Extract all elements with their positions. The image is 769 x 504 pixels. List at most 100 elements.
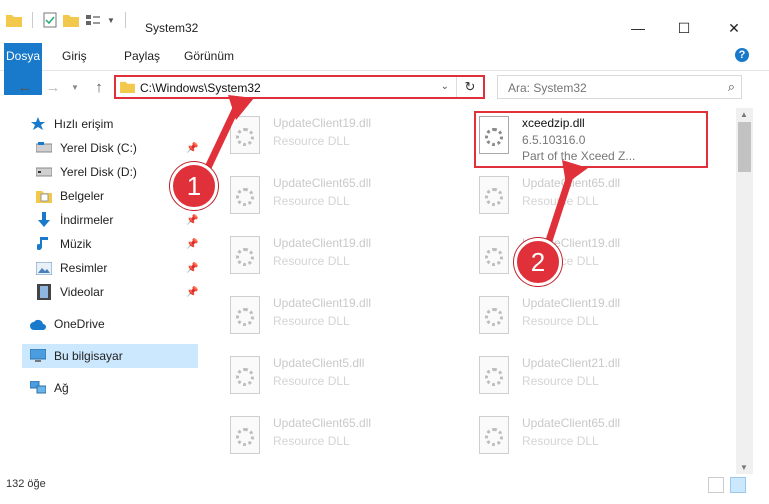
file-item[interactable]: UpdateClient19.dll Resource DLL (220, 108, 440, 160)
dll-file-icon (479, 356, 509, 394)
star-icon (30, 116, 46, 132)
tab-giris[interactable]: Giriş (52, 43, 97, 70)
file-description: Resource DLL (522, 314, 599, 328)
file-name: UpdateClient19.dll (273, 116, 372, 130)
sidebar-item-label: İndirmeler (60, 213, 114, 227)
ribbon-tabs: Dosya Giriş Paylaş Görünüm (0, 43, 769, 95)
sidebar-item-music[interactable]: Müzik 📌 (36, 232, 198, 256)
navigation-bar: ← → ▼ ↑ C:\Windows\System32 ⌄ ↻ ⌕ (0, 72, 769, 102)
folder-icon (120, 81, 135, 93)
file-item[interactable]: UpdateClient65.dll Resource DLL (469, 168, 689, 220)
scrollbar-thumb[interactable] (738, 122, 751, 172)
callout-1: 1 (170, 162, 218, 210)
pin-icon[interactable]: 📌 (186, 263, 198, 274)
dll-file-icon (230, 416, 260, 454)
details-view-button[interactable] (708, 477, 724, 493)
dll-file-icon (479, 236, 509, 274)
pin-icon[interactable]: 📌 (186, 239, 198, 250)
file-name: UpdateClient65.dll (522, 176, 621, 190)
file-description: Resource DLL (273, 434, 350, 448)
callout-2: 2 (514, 238, 562, 286)
file-description: Resource DLL (273, 314, 350, 328)
help-button[interactable]: ? (735, 48, 749, 62)
scroll-up-icon[interactable]: ▲ (740, 110, 748, 119)
gear-icon (236, 368, 254, 386)
sidebar-item-pictures[interactable]: Resimler 📌 (36, 256, 198, 280)
dll-file-icon (230, 356, 260, 394)
dll-file-icon (479, 296, 509, 334)
sidebar-item-label: Ağ (54, 381, 69, 395)
pin-icon[interactable]: 📌 (186, 215, 198, 226)
up-arrow-icon[interactable]: ↑ (88, 76, 110, 98)
folder-icon (6, 15, 22, 27)
tiles-view-button[interactable] (730, 477, 746, 493)
drive-icon (36, 140, 52, 156)
chevron-down-icon[interactable]: ▼ (107, 16, 115, 25)
title-bar: ▼ System32 — ☐ ✕ (0, 0, 769, 40)
vertical-scrollbar[interactable]: ▲ ▼ (736, 108, 753, 474)
address-path[interactable]: C:\Windows\System32 (140, 81, 261, 95)
sidebar-item-downloads[interactable]: İndirmeler 📌 (36, 208, 198, 232)
file-name: UpdateClient19.dll (522, 296, 621, 310)
file-item[interactable]: UpdateClient5.dll Resource DLL (220, 348, 440, 400)
sidebar-item-local-disk-c[interactable]: Yerel Disk (C:) 📌 (36, 136, 198, 160)
new-folder-icon[interactable] (63, 13, 79, 27)
status-bar: 132 öğe (0, 474, 769, 496)
sidebar-item-label: Videolar (60, 285, 104, 299)
file-item[interactable]: UpdateClient65.dll Resource DLL (220, 168, 440, 220)
gear-icon (236, 308, 254, 326)
address-bar[interactable]: C:\Windows\System32 ⌄ ↻ (114, 75, 485, 99)
item-count: 132 öğe (6, 478, 46, 490)
file-item[interactable]: UpdateClient19.dll Resource DLL (469, 288, 689, 340)
recent-locations-icon[interactable]: ▼ (64, 76, 86, 98)
back-arrow-icon[interactable]: ← (14, 76, 36, 98)
highlight-box-file (474, 111, 708, 168)
dll-file-icon (479, 416, 509, 454)
maximize-button[interactable]: ☐ (662, 14, 706, 42)
file-item[interactable]: UpdateClient21.dll Resource DLL (469, 348, 689, 400)
file-item[interactable]: UpdateClient19.dllResource DLL (469, 228, 689, 280)
gear-icon (485, 248, 503, 266)
file-name: UpdateClient19.dll (273, 236, 372, 250)
file-item[interactable]: UpdateClient65.dll Resource DLL (220, 408, 440, 460)
gear-icon (485, 308, 503, 326)
file-item[interactable]: UpdateClient19.dllResource DLL (220, 228, 440, 280)
sidebar-item-network[interactable]: Ağ (30, 376, 198, 400)
minimize-button[interactable]: — (616, 14, 660, 42)
sidebar-item-quick-access[interactable]: Hızlı erişim (30, 112, 228, 136)
search-icon[interactable]: ⌕ (728, 79, 735, 95)
sidebar-item-videos[interactable]: Videolar 📌 (36, 280, 198, 304)
scroll-down-icon[interactable]: ▼ (740, 463, 748, 472)
search-input[interactable] (506, 79, 710, 97)
file-name: UpdateClient65.dll (522, 416, 621, 430)
forward-arrow-icon[interactable]: → (42, 76, 64, 98)
dll-file-icon (230, 296, 260, 334)
pin-icon[interactable]: 📌 (186, 143, 198, 154)
tab-paylas[interactable]: Paylaş (114, 43, 170, 70)
file-description: Resource DLL (522, 374, 599, 388)
refresh-icon[interactable]: ↻ (456, 77, 483, 97)
dll-file-icon (230, 116, 260, 154)
sidebar-item-label: Yerel Disk (C:) (60, 141, 137, 155)
properties-icon[interactable] (43, 12, 57, 28)
gear-icon (485, 188, 503, 206)
quick-access-toolbar: ▼ (6, 12, 130, 28)
sidebar-item-label: Yerel Disk (D:) (60, 165, 137, 179)
sidebar-item-onedrive[interactable]: OneDrive (30, 312, 198, 336)
computer-icon (30, 348, 46, 364)
chevron-down-icon[interactable]: ⌄ (441, 81, 449, 92)
view-options-icon[interactable] (85, 13, 101, 27)
gear-icon (485, 368, 503, 386)
file-item[interactable]: UpdateClient19.dllResource DLL (220, 288, 440, 340)
navigation-pane: Hızlı erişim Yerel Disk (C:) 📌 Yerel Dis… (0, 108, 206, 468)
sidebar-item-this-pc[interactable]: Bu bilgisayar (22, 344, 198, 368)
pin-icon[interactable]: 📌 (186, 287, 198, 298)
tab-gorunum[interactable]: Görünüm (174, 43, 244, 70)
file-name: UpdateClient65.dll (273, 176, 372, 190)
close-button[interactable]: ✕ (712, 14, 756, 42)
file-item[interactable]: UpdateClient65.dll Resource DLL (469, 408, 689, 460)
network-icon (30, 380, 46, 396)
gear-icon (485, 428, 503, 446)
file-description: Resource DLL (273, 134, 350, 148)
search-box[interactable]: ⌕ (497, 75, 742, 99)
